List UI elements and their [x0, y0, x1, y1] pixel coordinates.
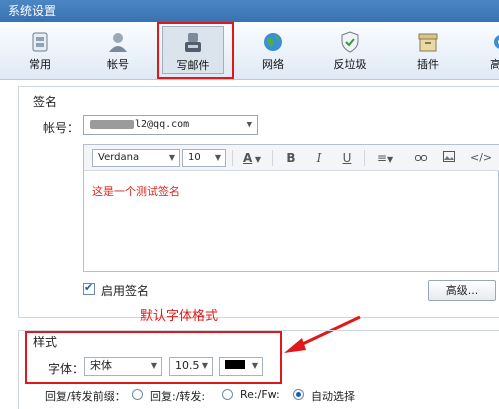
- advanced-gear-icon: [494, 35, 499, 49]
- reply-prefix-option-english: Re:/Fw:: [240, 388, 280, 401]
- tab-plugins[interactable]: 插件: [397, 26, 459, 74]
- font-family-select[interactable]: Verdana ▼: [92, 149, 180, 167]
- tab-plugins-label: 插件: [417, 58, 439, 71]
- font-size-value: 10: [188, 152, 201, 163]
- settings-toolbar: 常用 帐号 写邮件 网络 反垃圾 插件 高: [0, 22, 499, 80]
- reply-prefix-option-chinese: 回复:/转发:: [150, 390, 206, 403]
- tab-antispam-label: 反垃圾: [333, 58, 367, 71]
- default-font-value: 宋体: [90, 359, 112, 372]
- toolbar-divider: [364, 150, 365, 166]
- chevron-down-icon: ▼: [214, 153, 221, 162]
- default-size-value: 10.5: [175, 359, 200, 372]
- chevron-down-icon: ▼: [246, 120, 252, 130]
- reply-prefix-radio-english[interactable]: [222, 389, 233, 400]
- link-icon[interactable]: [412, 149, 430, 167]
- bold-icon[interactable]: B: [282, 149, 300, 167]
- font-color-button[interactable]: A ▼: [238, 149, 266, 167]
- image-icon[interactable]: [440, 149, 458, 167]
- font-color-icon: A: [243, 151, 253, 165]
- account-icon: [109, 33, 127, 52]
- tab-general-label: 常用: [29, 58, 51, 71]
- default-color-select[interactable]: ▼: [219, 357, 263, 376]
- highlight-compose-tab: [157, 22, 234, 79]
- chevron-down-icon: ▼: [150, 361, 157, 370]
- chevron-down-icon: ▼: [168, 153, 175, 162]
- shield-icon: [341, 31, 359, 53]
- editor-toolbar: Verdana ▼ 10 ▼ A ▼ B I U ≡▼ </>: [84, 145, 499, 171]
- default-font-select[interactable]: 宋体 ▼: [84, 357, 162, 376]
- underline-icon[interactable]: U: [338, 149, 356, 167]
- chevron-down-icon: ▼: [201, 361, 208, 370]
- annotation-text: 默认字体格式: [140, 309, 219, 324]
- font-label: 字体：: [48, 362, 85, 376]
- tab-advanced[interactable]: 高: [470, 26, 499, 74]
- default-size-select[interactable]: 10.5 ▼: [169, 357, 213, 376]
- account-label: 帐号：: [43, 121, 80, 135]
- tab-account[interactable]: 帐号: [87, 26, 149, 74]
- enable-signature-checkbox[interactable]: [83, 281, 95, 295]
- tab-advanced-label: 高: [490, 58, 499, 71]
- general-icon: [32, 32, 48, 52]
- font-size-select[interactable]: 10 ▼: [182, 149, 226, 167]
- tab-antispam[interactable]: 反垃圾: [319, 26, 381, 74]
- align-icon[interactable]: ≡▼: [372, 149, 398, 167]
- tab-general[interactable]: 常用: [9, 26, 71, 74]
- link-glyph: [415, 155, 427, 161]
- signature-editor: Verdana ▼ 10 ▼ A ▼ B I U ≡▼ </> 这是一个测试签名: [83, 144, 499, 272]
- enable-signature-label: 启用签名: [101, 284, 150, 298]
- account-value: l2@qq.com: [135, 119, 190, 130]
- network-globe-icon: [264, 33, 282, 51]
- signature-section-title: 签名: [30, 93, 61, 110]
- reply-prefix-radio-auto[interactable]: [293, 389, 304, 400]
- tab-network-label: 网络: [262, 58, 284, 71]
- account-select[interactable]: l2@qq.com ▼: [83, 115, 258, 135]
- toolbar-divider: [272, 150, 273, 166]
- tab-account-label: 帐号: [107, 58, 129, 71]
- plugin-box-icon: [418, 33, 438, 52]
- chevron-down-icon: ▼: [251, 361, 258, 370]
- reply-prefix-label: 回复/转发前缀：: [45, 390, 126, 403]
- tab-network[interactable]: 网络: [242, 26, 304, 74]
- reply-prefix-radio-chinese[interactable]: [132, 389, 143, 400]
- image-glyph: [443, 151, 455, 162]
- reply-prefix-option-auto: 自动选择: [311, 390, 355, 403]
- color-swatch: [225, 359, 245, 369]
- source-code-icon[interactable]: </>: [470, 149, 492, 167]
- toolbar-divider: [232, 150, 233, 166]
- signature-content[interactable]: 这是一个测试签名: [92, 183, 180, 199]
- window-title: 系统设置: [0, 0, 499, 22]
- advanced-button[interactable]: 高级...: [428, 280, 496, 301]
- font-family-value: Verdana: [98, 152, 140, 163]
- italic-icon[interactable]: I: [310, 149, 328, 167]
- account-redaction: [90, 119, 134, 129]
